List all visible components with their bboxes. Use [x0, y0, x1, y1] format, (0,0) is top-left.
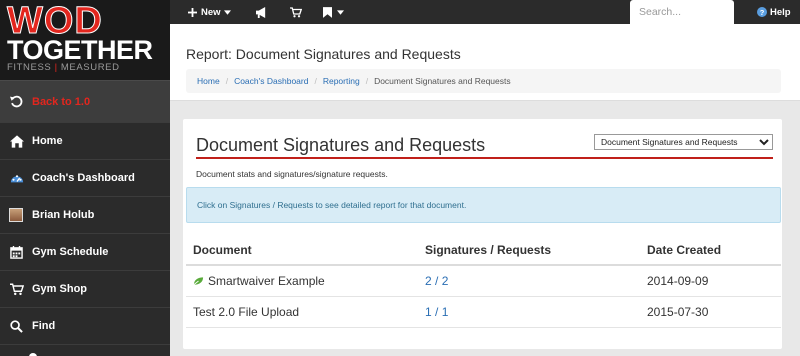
sidebar-item-find[interactable]: Find [0, 307, 170, 344]
sidebar: WOD TOGETHER FITNESS | MEASURED Back to … [0, 0, 170, 356]
main-content: Report: Document Signatures and Requests… [170, 24, 800, 356]
sidebar-item-gym-schedule[interactable]: Gym Schedule [0, 233, 170, 270]
caret-down-icon [337, 9, 344, 15]
sidebar-item-coach-dashboard[interactable]: Coach's Dashboard [0, 159, 170, 196]
sidebar-item-label: Home [32, 135, 63, 147]
document-name: Test 2.0 File Upload [193, 304, 300, 319]
requests-link[interactable]: 2 [442, 274, 449, 288]
megaphone-icon [256, 6, 266, 18]
signatures-link[interactable]: 2 [425, 274, 432, 288]
report-select[interactable]: Document Signatures and Requests [594, 134, 773, 150]
page-header: Report: Document Signatures and Requests… [170, 24, 800, 101]
signatures-separator: / [431, 273, 442, 288]
card-description: Document stats and signatures/signature … [196, 169, 388, 179]
partial-icon [25, 347, 40, 356]
breadcrumb-separator: / [314, 76, 317, 86]
bookmark-icon [323, 6, 332, 18]
document-cell: Test 2.0 File Upload [186, 296, 418, 328]
table-header-row: Document Signatures / Requests Date Crea… [186, 236, 781, 266]
cart-button[interactable] [290, 0, 302, 24]
page-title: Report: Document Signatures and Requests [186, 46, 461, 62]
sidebar-item-label: Back to 1.0 [32, 95, 91, 108]
logo-tagline-right: MEASURED [60, 62, 120, 73]
sidebar-item-label: Find [32, 320, 56, 332]
breadcrumb-separator: / [365, 76, 369, 86]
help-circle-icon: ? [757, 7, 767, 17]
signatures-cell: 2 / 2 [418, 265, 640, 297]
bookmark-menu-button[interactable] [323, 0, 344, 24]
sidebar-item-profile[interactable]: Brian Holub [0, 196, 170, 233]
table-row: Test 2.0 File Upload 1 / 1 2015-07-30 [186, 296, 781, 328]
logo-tagline-left: FITNESS [7, 62, 52, 73]
cart-icon [9, 282, 24, 297]
dashboard-icon [9, 171, 24, 186]
date-cell: 2014-09-09 [640, 265, 781, 297]
info-alert: Click on Signatures / Requests to see de… [186, 187, 781, 223]
cart-icon [290, 6, 302, 17]
avatar [9, 208, 23, 222]
signatures-cell: 1 / 1 [418, 296, 640, 328]
sidebar-item-partial[interactable] [0, 344, 170, 356]
home-icon [9, 134, 24, 149]
table-row: Smartwaiver Example 2 / 2 2014-09-09 [186, 265, 781, 297]
breadcrumb-reporting[interactable]: Reporting [323, 76, 360, 86]
undo-icon [9, 94, 24, 109]
sidebar-item-home[interactable]: Home [0, 122, 170, 159]
logo-together-text: TOGETHER [7, 35, 153, 65]
requests-link[interactable]: 1 [442, 305, 449, 319]
report-card: Document Signatures and Requests Documen… [183, 119, 782, 349]
plus-icon [188, 7, 197, 17]
sidebar-item-gym-shop[interactable]: Gym Shop [0, 270, 170, 307]
breadcrumb-separator: / [225, 76, 229, 86]
logo-wod-text: WOD [7, 0, 103, 42]
breadcrumb: Home / Coach's Dashboard / Reporting / D… [186, 69, 781, 93]
top-navbar: New ? Help [170, 0, 800, 24]
caret-down-icon [223, 9, 231, 15]
logo-tagline-sep: | [54, 62, 58, 73]
sidebar-item-label: Coach's Dashboard [32, 172, 135, 184]
sidebar-item-label: Gym Schedule [32, 246, 109, 258]
breadcrumb-current: Document Signatures and Requests [374, 76, 511, 86]
smartwaiver-icon [193, 277, 204, 285]
signatures-separator: / [431, 304, 442, 319]
breadcrumb-coach-dashboard[interactable]: Coach's Dashboard [234, 76, 308, 86]
documents-table: Document Signatures / Requests Date Crea… [186, 236, 781, 328]
help-label: Help [770, 6, 791, 18]
calendar-icon [9, 245, 24, 260]
breadcrumb-home[interactable]: Home [197, 76, 220, 86]
sidebar-item-label: Brian Holub [32, 209, 95, 221]
svg-text:?: ? [760, 8, 765, 17]
app-logo[interactable]: WOD TOGETHER FITNESS | MEASURED [0, 0, 170, 80]
document-name: Smartwaiver Example [208, 273, 325, 288]
date-cell: 2015-07-30 [640, 296, 781, 328]
title-divider [196, 157, 773, 159]
announcement-button[interactable] [255, 0, 268, 24]
document-cell: Smartwaiver Example [186, 265, 418, 297]
new-menu-label: New [201, 6, 221, 18]
card-title: Document Signatures and Requests [196, 135, 486, 155]
help-button[interactable]: ? Help [757, 0, 791, 24]
column-header-date: Date Created [640, 236, 781, 266]
search-icon [9, 319, 24, 334]
signatures-link[interactable]: 1 [425, 305, 432, 319]
sidebar-item-back[interactable]: Back to 1.0 [0, 80, 170, 122]
new-menu-button[interactable]: New [188, 0, 231, 24]
search-input[interactable] [639, 6, 729, 18]
sidebar-item-label: Gym Shop [32, 283, 88, 295]
column-header-signatures: Signatures / Requests [418, 236, 640, 266]
column-header-document: Document [186, 236, 418, 266]
search-box[interactable] [630, 0, 734, 24]
